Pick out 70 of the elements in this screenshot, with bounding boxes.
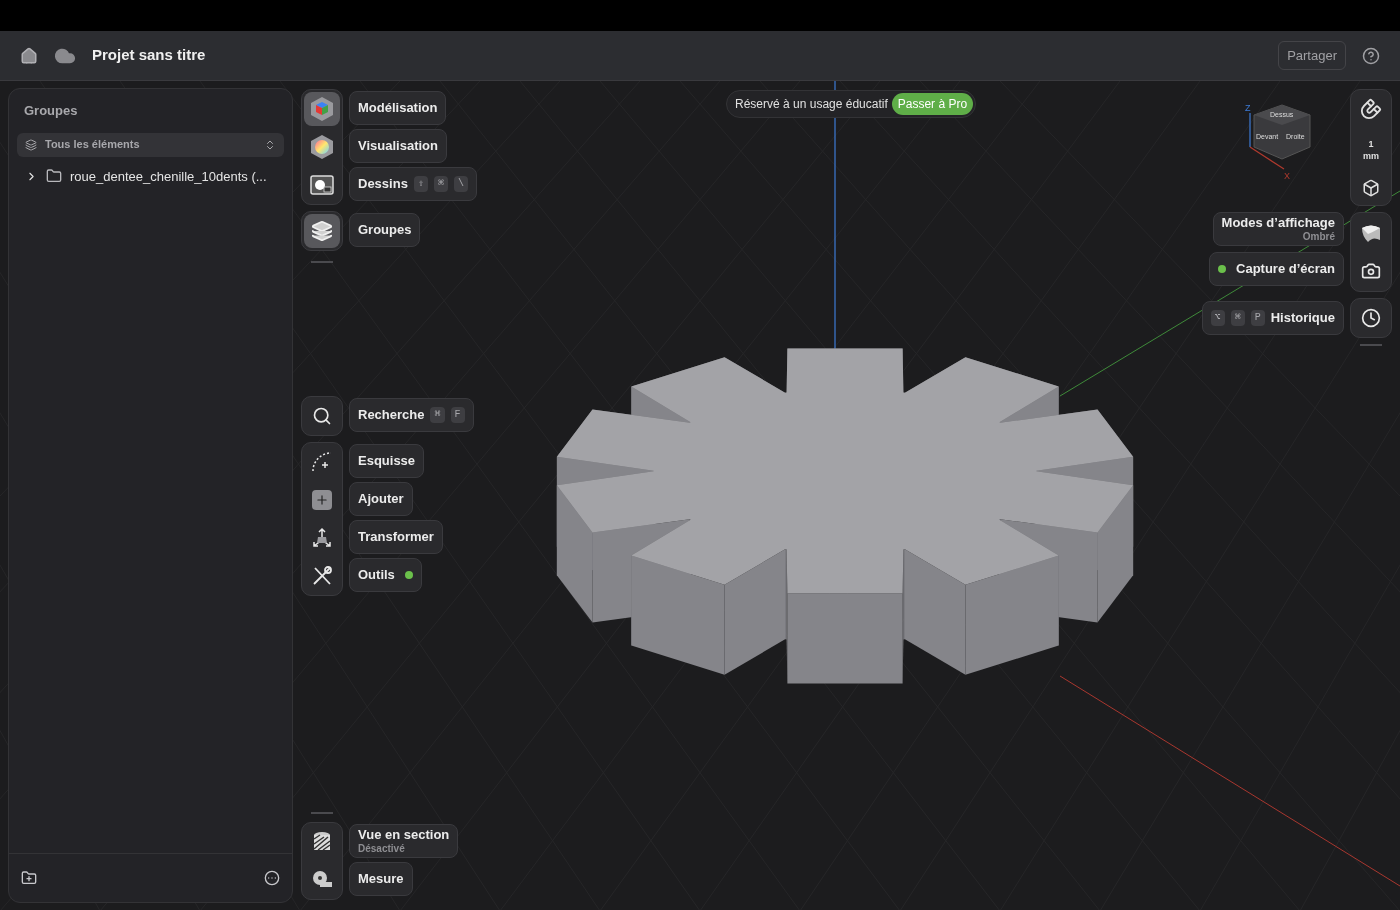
add-icon (312, 490, 332, 510)
share-button[interactable]: Partager (1278, 40, 1346, 71)
drawing-sheet-icon (310, 175, 334, 195)
layers-icon (311, 220, 333, 242)
tool-name: Ajouter (358, 491, 404, 507)
tool-label[interactable]: Modes d’affichage Ombré (1212, 212, 1344, 246)
home-icon[interactable] (20, 46, 38, 65)
tool-label[interactable]: Esquisse (349, 444, 425, 478)
shortcut-key: ⌘ (1230, 310, 1245, 326)
tool-label[interactable]: Groupes (349, 213, 421, 247)
banner-text: Réservé à un usage éducatif (735, 96, 888, 113)
camera-icon (1361, 261, 1381, 281)
axes-cube-icon[interactable] (1362, 179, 1380, 197)
tool-status: Ombré (1302, 231, 1335, 243)
snap-unit[interactable]: mm (1363, 149, 1379, 162)
tool-name: Transformer (358, 529, 434, 545)
filter-select[interactable]: Tous les éléments (17, 132, 284, 157)
tool-name: Outils (358, 567, 395, 583)
tool-name: Modes d’affichage (1221, 215, 1335, 231)
tool-status: Désactivé (358, 843, 405, 855)
tree-item[interactable]: roue_dentee_chenille_10dents (... (9, 162, 292, 190)
tape-measure-icon (311, 870, 333, 890)
tool-label[interactable]: Visualisation (349, 129, 447, 163)
shortcut-key: F (450, 407, 465, 423)
tool-label[interactable]: Outils (349, 558, 422, 592)
x-axis-label: X (1284, 171, 1290, 181)
section-cylinder-icon (312, 831, 332, 853)
tool-label[interactable]: ⌥ ⌘ P Historique (1201, 301, 1344, 335)
clock-icon (1361, 308, 1381, 328)
transform-arrows-icon (311, 527, 333, 549)
panel-title: Groupes (23, 102, 79, 120)
tool-name: Recherche (358, 407, 425, 423)
colored-cube-icon (310, 96, 334, 122)
shortcut-key: ⌘ (433, 176, 448, 192)
tool-label[interactable]: Ajouter (349, 482, 413, 516)
z-axis-label: Z (1245, 103, 1251, 113)
help-icon[interactable] (1362, 46, 1380, 65)
tool-label[interactable]: Modélisation (349, 91, 447, 125)
folder-icon (46, 168, 62, 185)
tool-name: Capture d’écran (1236, 261, 1335, 277)
shortcut-key: P (1250, 310, 1265, 326)
layers-icon (25, 138, 37, 151)
tool-name: Visualisation (358, 138, 438, 154)
wrench-screwdriver-icon (311, 565, 333, 587)
view-cube[interactable] (1253, 104, 1311, 160)
shortcut-key: \ (453, 176, 468, 192)
shortcut-key: ⌘ (430, 407, 445, 423)
shortcut-key: ⌥ (1210, 310, 1225, 326)
tool-name: Modélisation (358, 100, 438, 116)
project-title[interactable]: Projet sans titre (92, 44, 206, 67)
tool-label[interactable]: Vue en section Désactivé (349, 824, 459, 858)
tool-label[interactable]: Recherche ⌘ F (349, 398, 474, 432)
updown-icon (264, 138, 276, 151)
search-icon (312, 406, 332, 426)
tool-name: Groupes (358, 222, 412, 238)
tool-name: Mesure (358, 871, 404, 887)
tool-name: Historique (1270, 310, 1335, 326)
magnet-icon[interactable] (1360, 98, 1382, 120)
tool-name: Dessins (358, 176, 408, 192)
tool-label[interactable]: Dessins ⇧ ⌘ \ (349, 167, 477, 201)
tool-name: Esquisse (358, 453, 416, 469)
tool-label[interactable]: Capture d’écran (1209, 252, 1344, 286)
more-icon[interactable] (264, 870, 280, 886)
tool-name: Vue en section (358, 827, 450, 843)
color-wheel-icon (310, 134, 334, 160)
shortcut-key: ⇧ (413, 176, 428, 192)
snap-value[interactable]: 1 (1368, 137, 1374, 150)
tool-label[interactable]: Transformer (349, 520, 443, 554)
tool-label[interactable]: Mesure (349, 862, 413, 896)
new-folder-icon[interactable] (21, 870, 37, 886)
